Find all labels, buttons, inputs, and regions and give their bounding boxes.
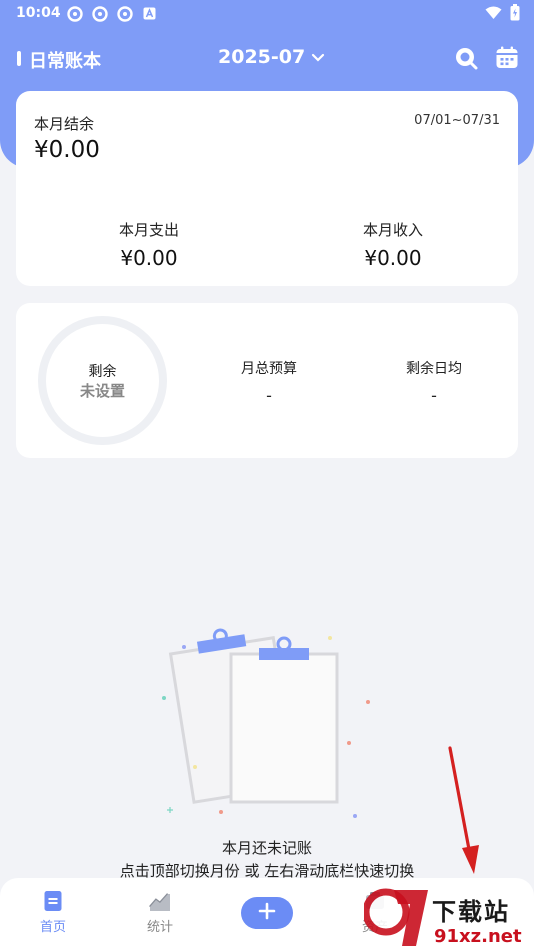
plus-icon bbox=[258, 902, 276, 924]
expense-label: 本月支出 bbox=[118, 221, 179, 239]
income-label: 本月收入 bbox=[362, 221, 423, 239]
notification-a-icon bbox=[141, 5, 158, 22]
notification-app-icon bbox=[116, 5, 133, 22]
book-title[interactable]: 日常账本 bbox=[29, 47, 101, 73]
income-stat: 本月收入 ¥0.00 bbox=[293, 219, 493, 270]
calendar-button[interactable] bbox=[495, 46, 519, 70]
watermark-brand: 下载站 bbox=[432, 898, 510, 926]
status-time: 10:04 bbox=[16, 5, 61, 21]
budget-card[interactable]: 剩余 未设置 月总预算 - 剩余日均 - bbox=[16, 303, 518, 458]
empty-clipboard-illustration bbox=[155, 620, 375, 820]
home-doc-icon bbox=[18, 890, 88, 912]
remaining-status: 未设置 bbox=[79, 382, 125, 400]
balance-label: 本月结余 bbox=[34, 115, 95, 133]
monthly-budget-label: 月总预算 bbox=[241, 361, 297, 377]
annotation-arrow bbox=[448, 746, 479, 874]
month-picker[interactable]: 2025-07 bbox=[218, 46, 325, 68]
calendar-icon bbox=[495, 46, 519, 74]
wifi-icon bbox=[485, 6, 502, 24]
add-record-button[interactable] bbox=[241, 897, 293, 929]
daily-average: 剩余日均 - bbox=[354, 358, 514, 405]
daily-average-label: 剩余日均 bbox=[406, 361, 462, 377]
notification-icons bbox=[66, 5, 158, 22]
remaining-label: 剩余 bbox=[88, 364, 117, 380]
search-icon bbox=[454, 48, 478, 74]
nav-label-home: 首页 bbox=[39, 920, 66, 935]
daily-average-value: - bbox=[431, 386, 437, 405]
date-range: 07/01~07/31 bbox=[414, 113, 500, 128]
balance-value: ¥0.00 bbox=[34, 137, 100, 163]
month-label: 2025-07 bbox=[218, 46, 306, 68]
watermark-logo: 下载站 91xz.net bbox=[364, 876, 534, 950]
chevron-down-icon bbox=[311, 48, 325, 67]
status-right bbox=[485, 4, 520, 25]
chart-icon bbox=[125, 890, 195, 912]
search-button[interactable] bbox=[454, 46, 478, 70]
nav-item-home[interactable]: 首页 bbox=[18, 890, 88, 935]
notification-app-icon bbox=[91, 5, 108, 22]
income-value: ¥0.00 bbox=[364, 246, 422, 270]
status-bar: 10:04 bbox=[0, 0, 534, 28]
watermark-url: 91xz.net bbox=[434, 926, 522, 947]
expense-stat: 本月支出 ¥0.00 bbox=[49, 219, 249, 270]
nav-item-stats[interactable]: 统计 bbox=[125, 890, 195, 935]
book-indicator bbox=[17, 51, 21, 66]
top-bar: 日常账本 2025-07 bbox=[0, 40, 534, 78]
expense-value: ¥0.00 bbox=[120, 246, 178, 270]
monthly-budget: 月总预算 - bbox=[189, 358, 349, 405]
monthly-summary-card[interactable]: 本月结余 ¥0.00 07/01~07/31 本月支出 ¥0.00 本月收入 ¥… bbox=[16, 91, 518, 286]
monthly-budget-value: - bbox=[266, 386, 272, 405]
notification-app-icon bbox=[66, 5, 83, 22]
battery-icon bbox=[510, 4, 520, 25]
nav-label-stats: 统计 bbox=[146, 920, 173, 935]
